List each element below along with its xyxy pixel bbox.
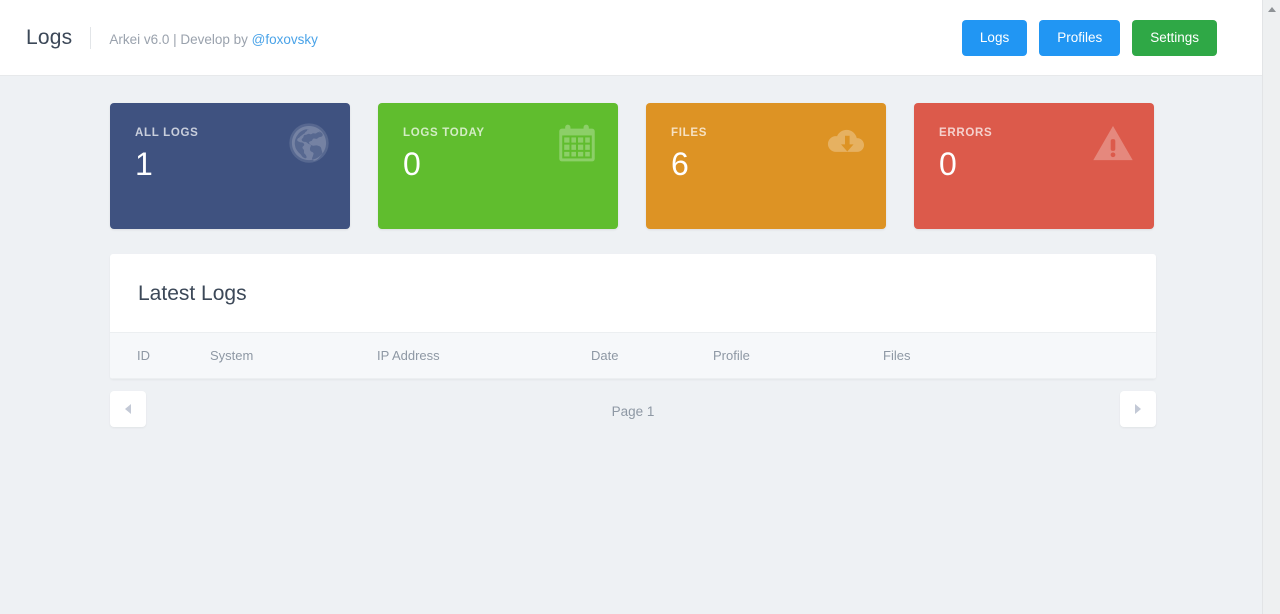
page-indicator: Page 1 <box>612 404 655 419</box>
stat-card-files[interactable]: FILES 6 <box>646 103 886 229</box>
brand-subtitle: Arkei v6.0 | Develop by @foxovsky <box>109 32 318 47</box>
nav-logs-button[interactable]: Logs <box>962 20 1027 56</box>
vertical-scrollbar[interactable] <box>1262 0 1280 614</box>
app-header: Logs Arkei v6.0 | Develop by @foxovsky L… <box>0 0 1262 76</box>
column-header-system[interactable]: System <box>210 333 377 379</box>
page-title: Logs <box>26 26 72 50</box>
stat-card-all-logs[interactable]: ALL LOGS 1 <box>110 103 350 229</box>
next-page-button[interactable] <box>1120 391 1156 427</box>
chevron-right-icon <box>1135 404 1141 414</box>
panel-title: Latest Logs <box>138 282 1156 306</box>
calendar-icon <box>556 122 598 164</box>
nav-profiles-button[interactable]: Profiles <box>1039 20 1120 56</box>
page-viewport: Logs Arkei v6.0 | Develop by @foxovsky L… <box>0 0 1262 614</box>
brand-divider <box>90 27 91 49</box>
column-header-files[interactable]: Files <box>883 333 1156 379</box>
logs-table: ID System IP Address Date Profile Files <box>110 332 1156 379</box>
column-header-id[interactable]: ID <box>110 333 210 379</box>
brand-subtitle-text: Arkei v6.0 | Develop by <box>109 32 251 47</box>
brand: Logs Arkei v6.0 | Develop by @foxovsky <box>0 26 318 50</box>
stat-card-errors[interactable]: ERRORS 0 <box>914 103 1154 229</box>
logs-table-head: ID System IP Address Date Profile Files <box>110 333 1156 379</box>
warning-triangle-icon <box>1092 122 1134 164</box>
pagination: Page 1 <box>110 391 1156 431</box>
table-header-row: ID System IP Address Date Profile Files <box>110 333 1156 379</box>
chevron-left-icon <box>125 404 131 414</box>
stat-cards: ALL LOGS 1 LOGS TODAY 0 <box>0 76 1262 229</box>
header-actions: Logs Profiles Settings <box>962 20 1217 56</box>
cloud-download-icon <box>824 122 866 164</box>
column-header-date[interactable]: Date <box>591 333 713 379</box>
nav-settings-button[interactable]: Settings <box>1132 20 1217 56</box>
developer-link[interactable]: @foxovsky <box>252 32 318 47</box>
triangle-up-icon <box>1268 7 1276 12</box>
panel-header: Latest Logs <box>110 254 1156 332</box>
column-header-ip-address[interactable]: IP Address <box>377 333 591 379</box>
latest-logs-panel: Latest Logs ID System IP Address Date Pr… <box>110 254 1156 379</box>
globe-icon <box>288 122 330 164</box>
column-header-profile[interactable]: Profile <box>713 333 883 379</box>
previous-page-button[interactable] <box>110 391 146 427</box>
scrollbar-up-arrow-icon[interactable] <box>1263 0 1280 18</box>
stat-card-logs-today[interactable]: LOGS TODAY 0 <box>378 103 618 229</box>
